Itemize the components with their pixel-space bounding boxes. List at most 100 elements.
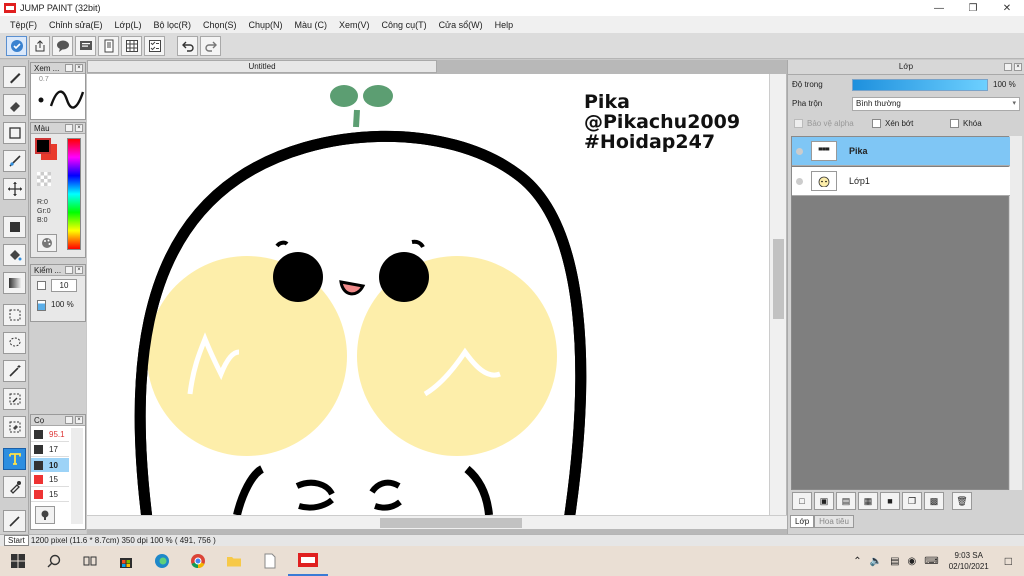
line-tool[interactable]	[3, 150, 26, 172]
new-folder-layer-button[interactable]: ▣	[814, 492, 834, 510]
rect-select-tool[interactable]	[3, 122, 26, 144]
menu-edit[interactable]: Chỉnh sửa(E)	[43, 20, 109, 30]
canvas-vertical-scrollbar[interactable]	[769, 74, 786, 515]
delete-layer-button[interactable]: 🗑	[952, 492, 972, 510]
color-close-button[interactable]: ×	[75, 124, 83, 132]
eyedropper-tool[interactable]	[3, 476, 26, 498]
minimize-button[interactable]: —	[922, 0, 956, 16]
share-button[interactable]	[29, 35, 50, 56]
speaker-icon[interactable]: 🔈	[870, 556, 882, 567]
hue-slider[interactable]	[67, 138, 81, 250]
tab-layers[interactable]: Lớp	[790, 515, 815, 528]
blend-mode-select[interactable]: Bình thường ▾	[852, 97, 1020, 111]
brush-size-input[interactable]: 10	[51, 279, 77, 292]
gradient-tool[interactable]	[3, 272, 26, 294]
message-button[interactable]	[75, 35, 96, 56]
notification-icon[interactable]: □	[1005, 554, 1012, 568]
transparent-color-swatch[interactable]	[37, 172, 51, 186]
vertical-scroll-thumb[interactable]	[773, 239, 784, 319]
brush-size-close-button[interactable]: ×	[75, 416, 83, 424]
close-button[interactable]: ✕	[990, 0, 1024, 16]
size-item[interactable]: 95.1	[31, 428, 69, 442]
select-eraser-tool[interactable]	[3, 416, 26, 438]
menu-help[interactable]: Help	[489, 20, 520, 30]
edge-button[interactable]	[144, 546, 180, 576]
mask-layer-button[interactable]: ▦	[858, 492, 878, 510]
chrome-button[interactable]	[180, 546, 216, 576]
brush-control-undock-button[interactable]	[65, 266, 73, 274]
size-item[interactable]: 17	[31, 443, 69, 457]
store-button[interactable]	[108, 546, 144, 576]
lock-checkbox[interactable]: Khóa	[950, 119, 982, 128]
page-button[interactable]	[98, 35, 119, 56]
task-view-button[interactable]	[72, 546, 108, 576]
move-tool[interactable]	[3, 178, 26, 200]
clipping-checkbox[interactable]: Xén bớt	[872, 119, 913, 128]
menu-tools[interactable]: Công cụ(T)	[376, 20, 433, 30]
brush-size-undock-button[interactable]	[65, 416, 73, 424]
comment-button[interactable]	[52, 35, 73, 56]
keyboard-icon[interactable]: ⌨	[924, 556, 938, 567]
hand-tool[interactable]	[3, 510, 26, 532]
size-list-scrollbar[interactable]	[71, 428, 83, 524]
checklist-button[interactable]	[144, 35, 165, 56]
bucket-tool[interactable]	[3, 244, 26, 266]
menu-layer[interactable]: Lớp(L)	[109, 20, 148, 30]
navigator-close-button[interactable]: ×	[75, 64, 83, 72]
layer-opacity-slider[interactable]	[852, 79, 988, 91]
menu-view[interactable]: Xem(V)	[333, 20, 376, 30]
brush-control-close-button[interactable]: ×	[75, 266, 83, 274]
navigator-undock-button[interactable]	[65, 64, 73, 72]
selection-tool[interactable]	[3, 304, 26, 326]
text-tool[interactable]	[3, 448, 26, 470]
tab-navigator[interactable]: Hoa tiêu	[814, 515, 854, 528]
eraser-tool[interactable]	[3, 94, 26, 116]
drawing-canvas[interactable]: Pika @Pikachu2009 #Hoidap247	[87, 74, 769, 515]
menu-capture[interactable]: Chụp(N)	[243, 20, 289, 30]
menu-window[interactable]: Cửa sổ(W)	[433, 20, 489, 30]
duplicate-layer-button[interactable]: ❐	[902, 492, 922, 510]
menu-file[interactable]: Tệp(F)	[4, 20, 43, 30]
sync-button[interactable]	[6, 35, 27, 56]
notepad-button[interactable]	[252, 546, 288, 576]
horizontal-scroll-thumb[interactable]	[380, 518, 522, 528]
lasso-tool[interactable]	[3, 332, 26, 354]
color-undock-button[interactable]	[65, 124, 73, 132]
taskbar-clock[interactable]: 9:03 SA 02/10/2021	[949, 550, 989, 572]
canvas-horizontal-scrollbar[interactable]	[87, 515, 787, 529]
foreground-color-swatch[interactable]	[35, 138, 51, 154]
palette-button[interactable]	[37, 234, 57, 252]
layer-panel-undock-button[interactable]	[1004, 63, 1012, 71]
redo-button[interactable]	[200, 35, 221, 56]
size-item[interactable]: 15	[31, 488, 69, 502]
search-button[interactable]	[36, 546, 72, 576]
jump-paint-taskbar-button[interactable]	[288, 546, 328, 576]
chevron-up-icon[interactable]: ⌃	[853, 556, 861, 567]
layer-row-lop1[interactable]: Lớp1	[792, 167, 1010, 196]
undo-button[interactable]	[177, 35, 198, 56]
layer-visibility-toggle[interactable]	[796, 177, 803, 185]
new-layer-button[interactable]: □	[792, 492, 812, 510]
size-item[interactable]: 15	[31, 473, 69, 487]
menu-color[interactable]: Màu (C)	[289, 20, 334, 30]
copy-layer-button[interactable]: ▤	[836, 492, 856, 510]
select-pen-tool[interactable]	[3, 388, 26, 410]
pen-tool[interactable]	[3, 66, 26, 88]
layer-visibility-toggle[interactable]	[796, 147, 803, 155]
layer-row-pika[interactable]: ▀▀▀ Pika	[792, 137, 1010, 166]
restore-button[interactable]: ❐	[956, 0, 990, 16]
document-tab[interactable]: Untitled	[87, 60, 437, 73]
menu-select[interactable]: Chọn(S)	[197, 20, 243, 30]
size-settings-button[interactable]	[35, 506, 55, 524]
file-explorer-button[interactable]	[216, 546, 252, 576]
magic-wand-tool[interactable]	[3, 360, 26, 382]
navigator-preview[interactable]: 0.7	[31, 74, 85, 119]
layer-list-scrollbar[interactable]	[1010, 136, 1022, 490]
layer-panel-close-button[interactable]: ×	[1014, 63, 1022, 71]
start-button[interactable]	[0, 546, 36, 576]
size-item-selected[interactable]: 10	[31, 458, 69, 472]
grid-button[interactable]	[121, 35, 142, 56]
merge-layer-button[interactable]: ▩	[924, 492, 944, 510]
camera-icon[interactable]: ◉	[908, 556, 917, 567]
menu-filter[interactable]: Bộ lọc(R)	[147, 20, 197, 30]
